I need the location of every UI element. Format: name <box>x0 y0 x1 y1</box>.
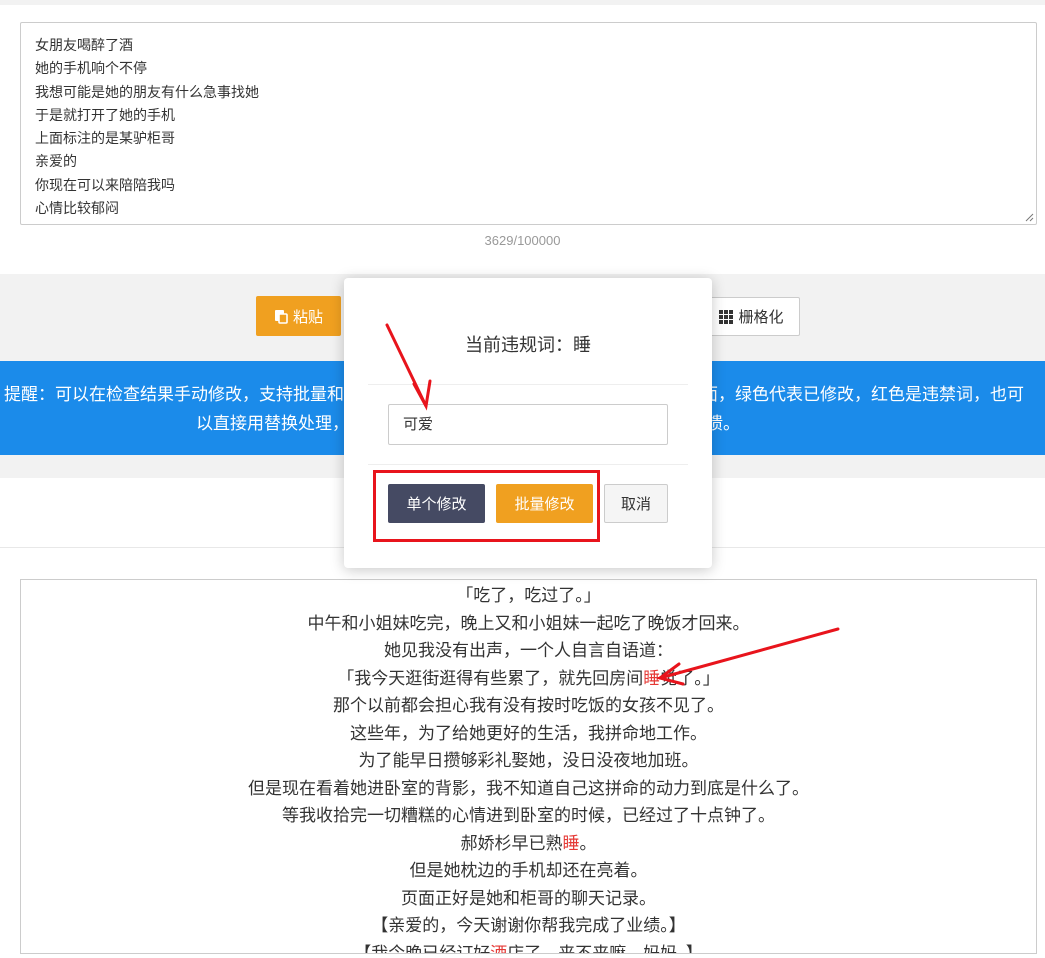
result-line: 为了能早日攒够彩礼娶她，没日没夜地加班。 <box>21 748 1036 776</box>
grid-label: 栅格化 <box>738 308 784 326</box>
annotation-highlight-box <box>373 470 600 542</box>
result-text-segment: 。 <box>579 833 597 854</box>
source-text-line: 女朋友喝醉了酒 <box>35 38 133 54</box>
source-text-line: 我想可能是她的朋友有什么急事找她 <box>35 84 259 101</box>
dialog-title: 当前违规词：睡 <box>465 335 591 356</box>
result-line: 页面正好是她和柜哥的聊天记录。 <box>21 886 1036 914</box>
result-line: 那个以前都会担心我有没有按时吃饭的女孩不见了。 <box>21 693 1036 721</box>
result-text-segment: 「我今天逛街逛得有些累了，就先回房间 <box>337 668 644 689</box>
source-text-line: 她的手机响个不停 <box>35 61 147 78</box>
source-text-line: 于是就打开了她的手机 <box>35 107 175 124</box>
result-line: 【亲爱的，今天谢谢你帮我完成了业绩。】 <box>21 913 1036 941</box>
cancel-button[interactable]: 取消 <box>604 484 668 523</box>
result-text-segment: 这些年，为了给她更好的生活，我拼命地工作。 <box>350 723 707 744</box>
result-text-segment: 但是她枕边的手机却还在亮着。 <box>409 861 648 881</box>
result-line: 郝娇杉早已熟睡。 <box>21 831 1036 859</box>
result-text-segment: 【我今晚已经订好 <box>354 943 491 954</box>
result-line: 她见我没有出声，一个人自言自语道： <box>21 638 1036 666</box>
result-text-segment: 页面正好是她和柜哥的聊天记录。 <box>401 888 656 909</box>
result-text-segment: 但是现在看着她进卧室的背影，我不知道自己这拼命的动力到底是什么了。 <box>248 778 809 799</box>
result-line: 中午和小姐妹吃完，晚上又和小姐妹一起吃了晚饭才回来。 <box>21 611 1036 639</box>
result-text-segment: 【亲爱的，今天谢谢你帮我完成了业绩。】 <box>371 916 686 936</box>
violation-word[interactable]: 酒 <box>490 944 507 954</box>
source-text-area[interactable]: 女朋友喝醉了酒 她的手机响个不停我想可能是她的朋友有什么急事找她 于是就打开了她的手… <box>20 22 1037 225</box>
paste-icon <box>274 309 288 324</box>
result-text-segment: 觉了。」 <box>660 668 720 689</box>
result-line: 「吃了，吃过了。」 <box>21 583 1036 611</box>
source-text-line: 上面标注的是某驴柜哥 <box>35 131 175 148</box>
source-text-line: 心情比较郁闷 <box>35 201 119 218</box>
grid-button[interactable]: 栅格化 <box>703 297 800 336</box>
result-text-segment: 中午和小姐妹吃完，晚上又和小姐妹一起吃了晚饭才回来。 <box>307 613 750 634</box>
source-text-line: 最亲我想哭泣(二成) <box>35 221 1022 224</box>
result-text-segment: 店了，来不来嘛，妈妈。】 <box>507 943 703 954</box>
dialog-divider <box>368 384 688 385</box>
check-result-panel: 「吃了，吃过了。」中午和小姐妹吃完，晚上又和小姐妹一起吃了晚饭才回来。 她见我没有… <box>20 579 1037 954</box>
result-text-segment: 「吃了，吃过了。」 <box>456 586 601 606</box>
result-text-segment: 她见我没有出声，一个人自言自语道： <box>384 641 673 661</box>
result-line: 但是她枕边的手机却还在亮着。 <box>21 858 1036 886</box>
result-line: 但是现在看着她进卧室的背影，我不知道自己这拼命的动力到底是什么了。 <box>21 776 1036 804</box>
result-line: 等我收拾完一切糟糕的心情进到卧室的时候，已经过了十点钟了。 <box>21 803 1036 831</box>
violation-word[interactable]: 睡 <box>643 669 660 689</box>
character-count: 3629/100000 <box>484 233 561 248</box>
grid-icon <box>719 309 734 324</box>
source-text[interactable]: 女朋友喝醉了酒 她的手机响个不停我想可能是她的朋友有什么急事找她 于是就打开了她的手… <box>21 23 1036 224</box>
top-strip <box>0 0 1045 5</box>
check-result-text: 「吃了，吃过了。」中午和小姐妹吃完，晚上又和小姐妹一起吃了晚饭才回来。 她见我没有… <box>21 580 1036 954</box>
resize-grip-icon[interactable] <box>1024 212 1034 222</box>
result-text-segment: 那个以前都会担心我有没有按时吃饭的女孩不见了。 <box>333 696 724 716</box>
result-line: 【我今晚已经订好酒店了，来不来嘛，妈妈。】 <box>21 941 1036 954</box>
source-text-line: 你现在可以来陪陪我吗 <box>35 177 175 194</box>
result-line: 这些年，为了给她更好的生活，我拼命地工作。 <box>21 721 1036 749</box>
violation-word[interactable]: 睡 <box>563 834 580 854</box>
source-text-line: 亲爱的 <box>35 154 77 171</box>
result-text-segment: 为了能早日攒够彩礼娶她，没日没夜地加班。 <box>358 751 699 771</box>
replacement-input[interactable]: 可爱 <box>388 404 668 445</box>
dialog-divider <box>368 464 688 465</box>
paste-label: 粘贴 <box>292 307 323 326</box>
result-text-segment: 等我收拾完一切糟糕的心情进到卧室的时候，已经过了十点钟了。 <box>282 806 775 826</box>
result-line: 「我今天逛街逛得有些累了，就先回房间睡觉了。」 <box>21 666 1036 694</box>
paste-button[interactable]: 粘贴 <box>256 296 341 336</box>
result-text-segment: 郝娇杉早已熟 <box>460 833 563 854</box>
